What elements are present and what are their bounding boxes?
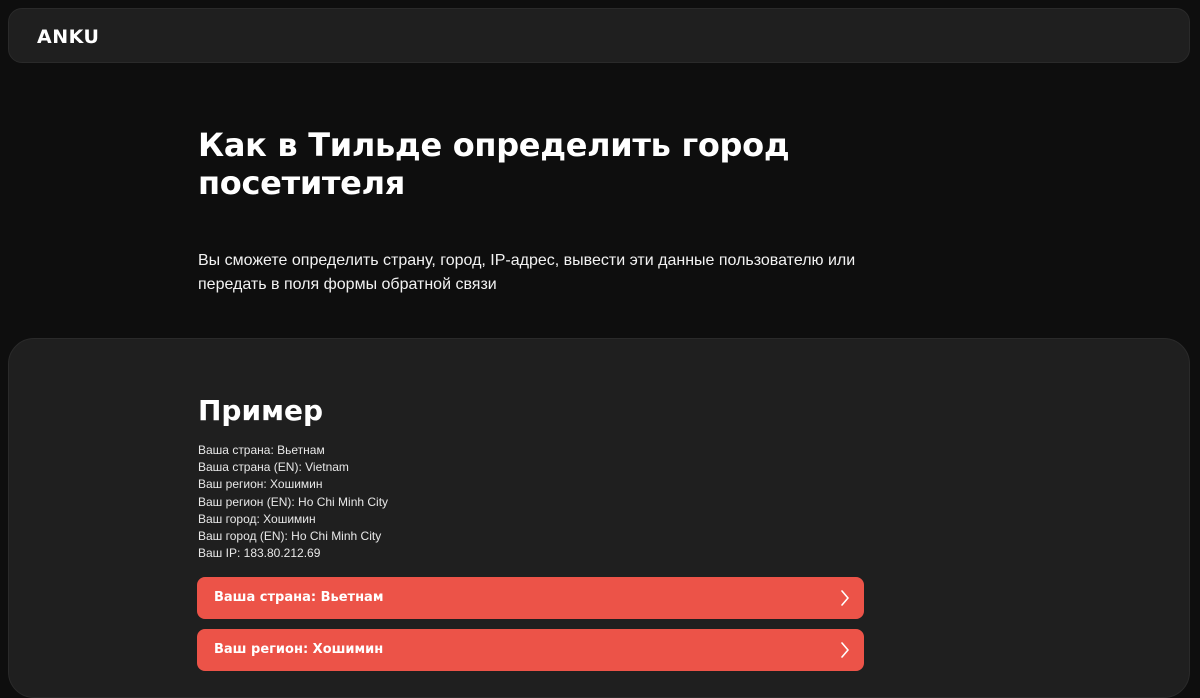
geo-info-country: Ваша страна: Вьетнам xyxy=(198,443,325,457)
country-button-label: Ваша страна: Вьетнам xyxy=(214,590,384,605)
hero-section: Как в Тильде определить город посетителя… xyxy=(198,126,898,297)
chevron-right-icon xyxy=(841,590,849,606)
chevron-right-icon xyxy=(841,642,849,658)
example-title: Пример xyxy=(198,394,324,427)
geo-info-city: Ваш город: Хошимин xyxy=(198,511,316,526)
country-button[interactable]: Ваша страна: Вьетнам xyxy=(197,577,864,619)
page-description: Вы сможете определить страну, город, IP-… xyxy=(198,252,856,293)
page-title: Как в Тильде определить город посетителя xyxy=(198,126,790,202)
region-button-label: Ваш регион: Хошимин xyxy=(214,642,384,657)
geo-info-region-en: Ваш регион (EN): Ho Chi Minh City xyxy=(198,494,389,509)
geo-info-city-en: Ваш город (EN): Ho Chi Minh City xyxy=(198,529,382,544)
geo-info-region: Ваш регион: Хошимин xyxy=(198,477,323,492)
site-header: ANKU xyxy=(8,8,1190,63)
logo[interactable]: ANKU xyxy=(37,26,99,48)
geo-info-ip: Ваш IP: 183.80.212.69 xyxy=(198,546,321,561)
example-panel: Пример Ваша страна: Вьетнам Ваша страна … xyxy=(8,338,1190,698)
geo-info-list: Ваша страна: Вьетнам Ваша страна (EN): V… xyxy=(198,442,388,562)
geo-info-country-en: Ваша страна (EN): Vietnam xyxy=(198,460,349,475)
